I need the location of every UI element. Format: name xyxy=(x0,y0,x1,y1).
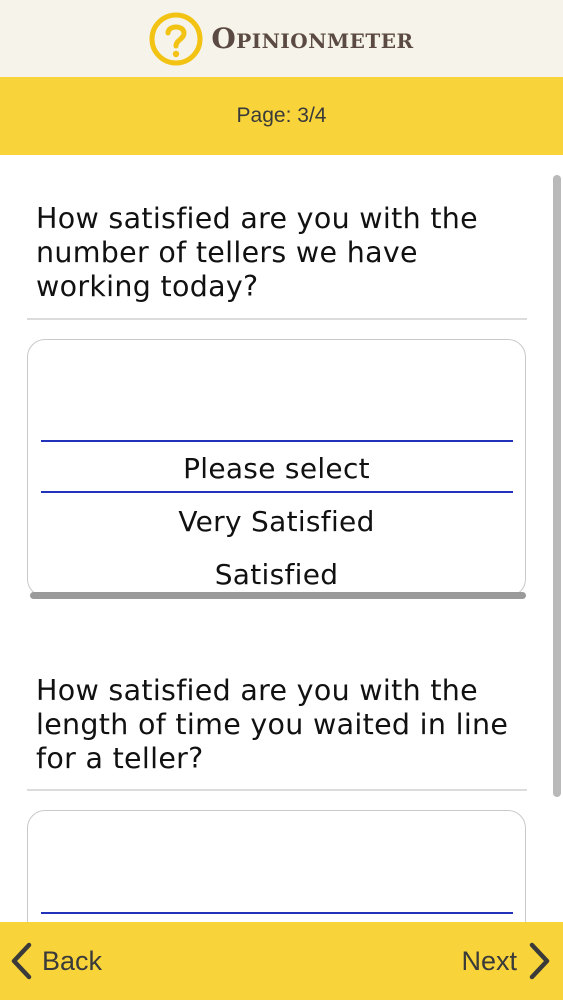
next-button[interactable]: Next xyxy=(461,922,553,1000)
chevron-left-icon xyxy=(11,942,32,980)
picker-option[interactable]: Satisfied xyxy=(28,558,525,591)
app-header: Opinionmeter xyxy=(0,0,563,77)
picker-option[interactable]: Very Satisfied xyxy=(28,505,525,538)
question-1-text: How satisfied are you with the number of… xyxy=(36,202,478,303)
brand-name: Opinionmeter xyxy=(211,22,414,55)
picker-selection-bottom-line xyxy=(41,491,513,493)
picker-bottom-edge xyxy=(30,592,526,599)
page-indicator-bar: Page: 3/4 xyxy=(0,77,563,155)
question-2-divider xyxy=(27,789,527,791)
picker-selection-top-line xyxy=(41,440,513,442)
picker-option[interactable]: Please select xyxy=(28,452,525,485)
chevron-right-icon xyxy=(529,942,550,980)
back-button[interactable]: Back xyxy=(8,922,102,1000)
back-label: Back xyxy=(42,945,103,976)
question-mark-circle-icon xyxy=(149,12,203,65)
footer-nav: Back Next xyxy=(0,922,563,1000)
survey-content[interactable]: How satisfied are you with the number of… xyxy=(0,155,563,922)
question-1-picker[interactable]: Please select Very Satisfied Satisfied xyxy=(27,339,526,597)
page-indicator: Page: 3/4 xyxy=(236,104,327,127)
next-label: Next xyxy=(461,945,517,976)
question-2-picker[interactable] xyxy=(27,810,526,922)
picker-selection-top-line xyxy=(41,912,513,914)
question-1-divider xyxy=(27,318,527,320)
question-2-text: How satisfied are you with the length of… xyxy=(36,674,509,775)
vertical-scrollbar[interactable] xyxy=(553,175,561,797)
